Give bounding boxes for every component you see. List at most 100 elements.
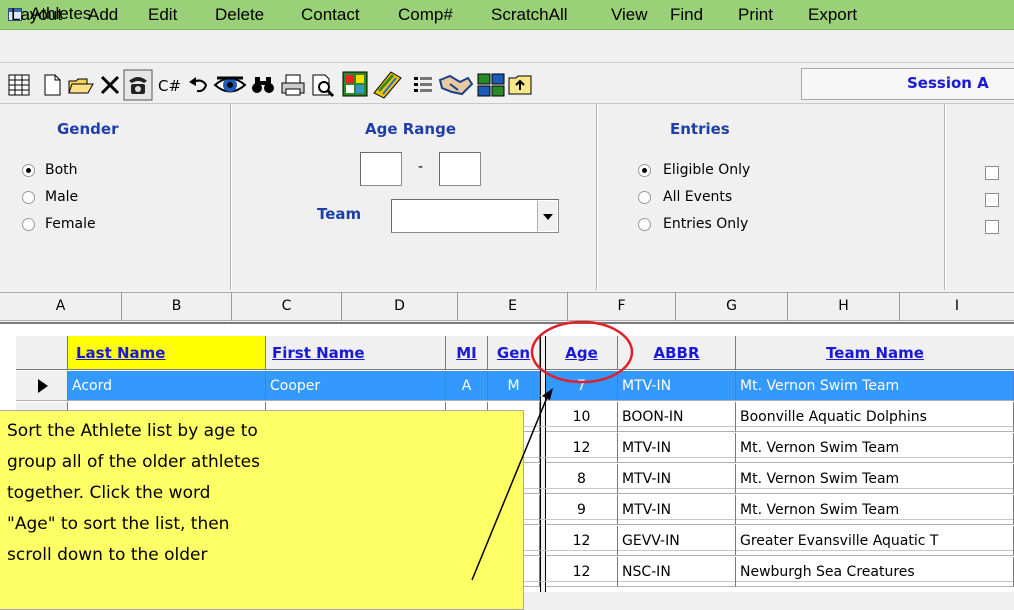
cell-age[interactable]: 12 [546, 433, 618, 463]
menu-find[interactable]: Find [670, 5, 703, 25]
column-letter-e[interactable]: E [458, 292, 568, 321]
row-header-corner [16, 336, 68, 370]
cell-age[interactable]: 12 [546, 557, 618, 587]
instruction-callout: Sort the Athlete list by age to group al… [0, 410, 524, 610]
team-dropdown-button[interactable] [537, 201, 557, 231]
column-header-age[interactable]: Age [546, 336, 618, 370]
menu-scratchall[interactable]: ScratchAll [491, 5, 568, 25]
open-folder-icon[interactable] [67, 72, 95, 98]
menu-edit[interactable]: Edit [148, 5, 177, 25]
menu-export[interactable]: Export [808, 5, 857, 25]
filter-panel [0, 104, 1014, 290]
folder-up-icon[interactable] [507, 72, 535, 98]
team-select[interactable] [391, 199, 559, 233]
column-letter-d[interactable]: D [342, 292, 458, 321]
handshake-icon[interactable] [438, 70, 474, 100]
cell-first[interactable]: Cooper [266, 371, 446, 401]
menu-view[interactable]: View [611, 5, 648, 25]
row-pointer-icon [38, 379, 48, 393]
column-header-gen[interactable]: Gen [488, 336, 540, 370]
checkbox[interactable] [985, 193, 999, 207]
cell-abbr[interactable]: MTV-IN [618, 495, 736, 525]
gender-female-radio[interactable] [22, 218, 35, 231]
cell-age[interactable]: 12 [546, 526, 618, 556]
entries-only-label: Entries Only [663, 216, 749, 232]
column-letter-c[interactable]: C [232, 292, 342, 321]
menu-add[interactable]: Add [88, 5, 118, 25]
gender-title: Gender [57, 120, 119, 138]
callout-line: "Age" to sort the list, then [7, 514, 230, 534]
cell-age[interactable]: 7 [546, 371, 618, 401]
chevron-down-icon [543, 214, 553, 220]
gender-both-radio[interactable] [22, 164, 35, 177]
checkbox[interactable] [985, 166, 999, 180]
menu-bar [0, 31, 1014, 63]
color-brush-icon[interactable] [371, 68, 405, 100]
divider [944, 104, 946, 290]
entries-only-radio[interactable] [638, 218, 651, 231]
divider [596, 104, 598, 290]
cell-abbr[interactable]: MTV-IN [618, 464, 736, 494]
menu-delete[interactable]: Delete [215, 5, 264, 25]
cell-team[interactable]: Mt. Vernon Swim Team [736, 464, 1014, 494]
row-selector[interactable] [16, 371, 68, 401]
printer-icon[interactable] [280, 72, 306, 98]
callout-line: Sort the Athlete list by age to [7, 421, 258, 441]
cell-team[interactable]: Boonville Aquatic Dolphins [736, 402, 1014, 432]
cell-abbr[interactable]: MTV-IN [618, 371, 736, 401]
binoculars-icon[interactable] [250, 73, 276, 97]
eye-icon[interactable] [213, 70, 247, 100]
menu-layout[interactable]: Layout [11, 5, 62, 25]
age-max-input[interactable] [439, 152, 481, 186]
menu-comp-number[interactable]: Comp# [398, 5, 453, 25]
cell-abbr[interactable]: NSC-IN [618, 557, 736, 587]
entries-all-radio[interactable] [638, 191, 651, 204]
cell-age[interactable]: 8 [546, 464, 618, 494]
cell-age[interactable]: 9 [546, 495, 618, 525]
athlete-card-icon[interactable] [341, 70, 369, 98]
column-letter-i[interactable]: I [900, 292, 1014, 321]
new-document-icon[interactable] [40, 72, 64, 98]
cell-team[interactable]: Mt. Vernon Swim Team [736, 495, 1014, 525]
cell-last[interactable]: Acord [68, 371, 266, 401]
delete-x-icon[interactable] [98, 72, 122, 98]
cell-abbr[interactable]: BOON-IN [618, 402, 736, 432]
list-icon[interactable] [411, 72, 435, 98]
column-letter-a[interactable]: A [0, 292, 122, 321]
comp-number-icon[interactable]: C# [158, 77, 181, 95]
checkbox[interactable] [985, 220, 999, 234]
cell-mi[interactable]: A [446, 371, 488, 401]
relay-icon[interactable] [476, 70, 506, 100]
cell-team[interactable]: Greater Evansville Aquatic T [736, 526, 1014, 556]
telephone-icon[interactable] [123, 69, 153, 101]
column-letter-b[interactable]: B [122, 292, 232, 321]
gender-female-label: Female [45, 216, 96, 232]
column-header-first-name[interactable]: First Name [266, 336, 446, 370]
entries-title: Entries [670, 120, 730, 138]
grid-view-icon[interactable] [6, 72, 32, 98]
column-header-abbr[interactable]: ABBR [618, 336, 736, 370]
age-min-input[interactable] [360, 152, 402, 186]
column-header-mi[interactable]: MI [446, 336, 488, 370]
entries-eligible-radio[interactable] [638, 164, 651, 177]
cell-team[interactable]: Mt. Vernon Swim Team [736, 433, 1014, 463]
column-header-team-name[interactable]: Team Name [736, 336, 1014, 370]
cell-abbr[interactable]: GEVV-IN [618, 526, 736, 556]
menu-print[interactable]: Print [738, 5, 773, 25]
undo-icon[interactable] [186, 72, 212, 98]
column-letter-f[interactable]: F [568, 292, 676, 321]
column-letter-g[interactable]: G [676, 292, 788, 321]
cell-gen[interactable]: M [488, 371, 540, 401]
gender-both-label: Both [45, 162, 78, 178]
column-letter-h[interactable]: H [788, 292, 900, 321]
cell-team[interactable]: Newburgh Sea Creatures [736, 557, 1014, 587]
cell-abbr[interactable]: MTV-IN [618, 433, 736, 463]
age-range-separator: - [418, 159, 424, 175]
gender-male-radio[interactable] [22, 191, 35, 204]
cell-age[interactable]: 10 [546, 402, 618, 432]
column-header-last-name[interactable]: Last Name [68, 336, 266, 370]
menu-contact[interactable]: Contact [301, 5, 360, 25]
callout-line: scroll down to the older [7, 545, 208, 565]
cell-team[interactable]: Mt. Vernon Swim Team [736, 371, 1014, 401]
print-preview-icon[interactable] [310, 72, 336, 98]
